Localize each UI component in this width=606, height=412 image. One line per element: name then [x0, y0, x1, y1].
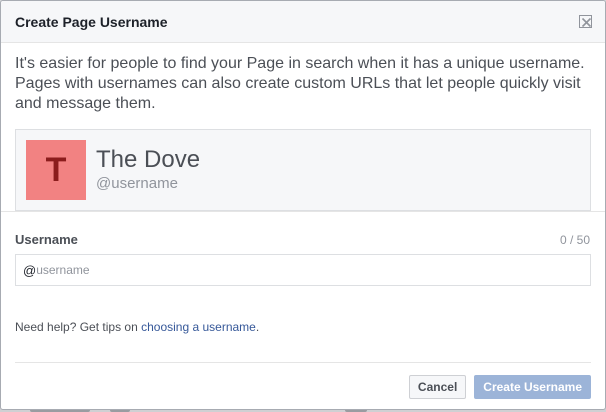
page-name: The Dove — [96, 146, 201, 173]
dialog-title: Create Page Username — [15, 13, 168, 30]
cancel-button[interactable]: Cancel — [408, 375, 467, 399]
create-username-button[interactable]: Create Username — [474, 375, 591, 399]
choosing-username-link[interactable]: choosing a username — [141, 320, 256, 334]
dialog-footer: Cancel Create Username — [15, 362, 591, 409]
close-button[interactable] — [579, 15, 592, 28]
dialog-body: It's easier for people to find your Page… — [1, 43, 605, 334]
help-prefix: Need help? Get tips on — [15, 320, 142, 334]
username-label: Username — [15, 232, 78, 247]
page-username: @username — [96, 175, 178, 192]
page-preview-text: The Dove @username — [96, 146, 200, 194]
avatar: T — [26, 140, 86, 200]
username-input-wrapper[interactable]: @ — [15, 254, 591, 286]
dialog-header: Create Page Username — [1, 1, 605, 43]
intro-text: It's easier for people to find your Page… — [15, 55, 585, 112]
character-count: 0 / 50 — [559, 232, 590, 247]
create-username-dialog: Create Page Username It's easier for peo… — [0, 0, 606, 410]
at-prefix: @ — [23, 262, 37, 278]
close-icon — [581, 17, 592, 28]
page-preview-card: T The Dove @username — [15, 129, 591, 211]
divider — [1, 211, 605, 212]
help-text: Need help? Get tips on choosing a userna… — [15, 320, 591, 334]
username-field-header: Username 0 / 50 — [15, 232, 591, 247]
help-suffix: . — [255, 320, 260, 334]
username-input[interactable] — [36, 263, 577, 277]
